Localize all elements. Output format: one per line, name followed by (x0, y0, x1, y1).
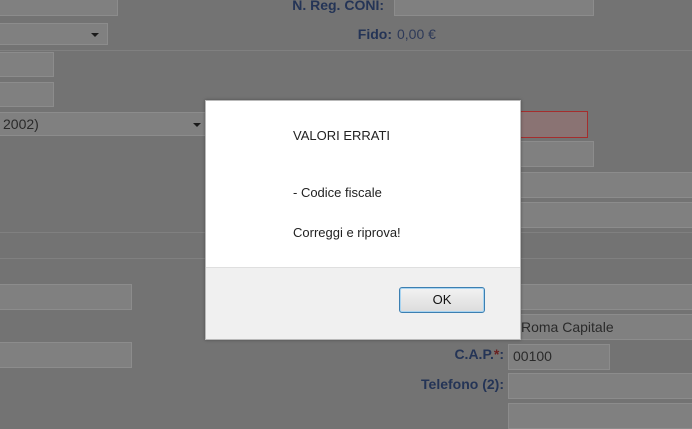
dialog-footer: OK (206, 267, 520, 339)
select-birth-year-value: 2002) (3, 116, 39, 132)
reg-coni-label: N. Reg. CONI: (292, 0, 384, 13)
text-field-right-5[interactable] (508, 284, 692, 310)
comune-value: Roma Capitale (521, 319, 614, 335)
text-field-left-4[interactable] (0, 284, 132, 310)
text-field-top-left[interactable] (0, 0, 118, 16)
telefono2-label: Telefono (2): (421, 376, 504, 392)
text-field-left-2[interactable] (0, 52, 54, 77)
ok-button[interactable]: OK (399, 287, 485, 313)
text-field-right-3[interactable] (508, 172, 692, 198)
error-dialog: VALORI ERRATI - Codice fiscale Correggi … (205, 100, 521, 340)
text-field-left-5[interactable] (0, 342, 132, 368)
fido-label: Fido: (357, 26, 392, 42)
chevron-down-icon (91, 33, 99, 37)
select-top-left[interactable] (0, 23, 108, 45)
select-birth-year[interactable]: 2002) (0, 112, 208, 136)
reg-coni-field[interactable] (394, 0, 594, 16)
cap-value: 00100 (513, 348, 552, 364)
cap-label-colon: : (499, 346, 504, 362)
dialog-error-item: - Codice fiscale (293, 185, 382, 200)
cap-label: C.A.P.*: (400, 346, 504, 362)
dialog-title: VALORI ERRATI (293, 128, 391, 143)
cap-label-text: C.A.P. (454, 346, 494, 362)
cap-field[interactable]: 00100 (508, 344, 610, 370)
dialog-instruction: Correggi e riprova! (293, 225, 401, 240)
text-field-right-4[interactable] (508, 202, 692, 228)
chevron-down-icon (193, 123, 201, 127)
text-field-left-3[interactable] (0, 82, 54, 107)
telefono2-field[interactable] (508, 373, 692, 399)
text-field-bottom-right[interactable] (508, 403, 692, 429)
fido-value: 0,00 € (397, 26, 436, 42)
comune-field[interactable]: Roma Capitale (508, 314, 692, 340)
